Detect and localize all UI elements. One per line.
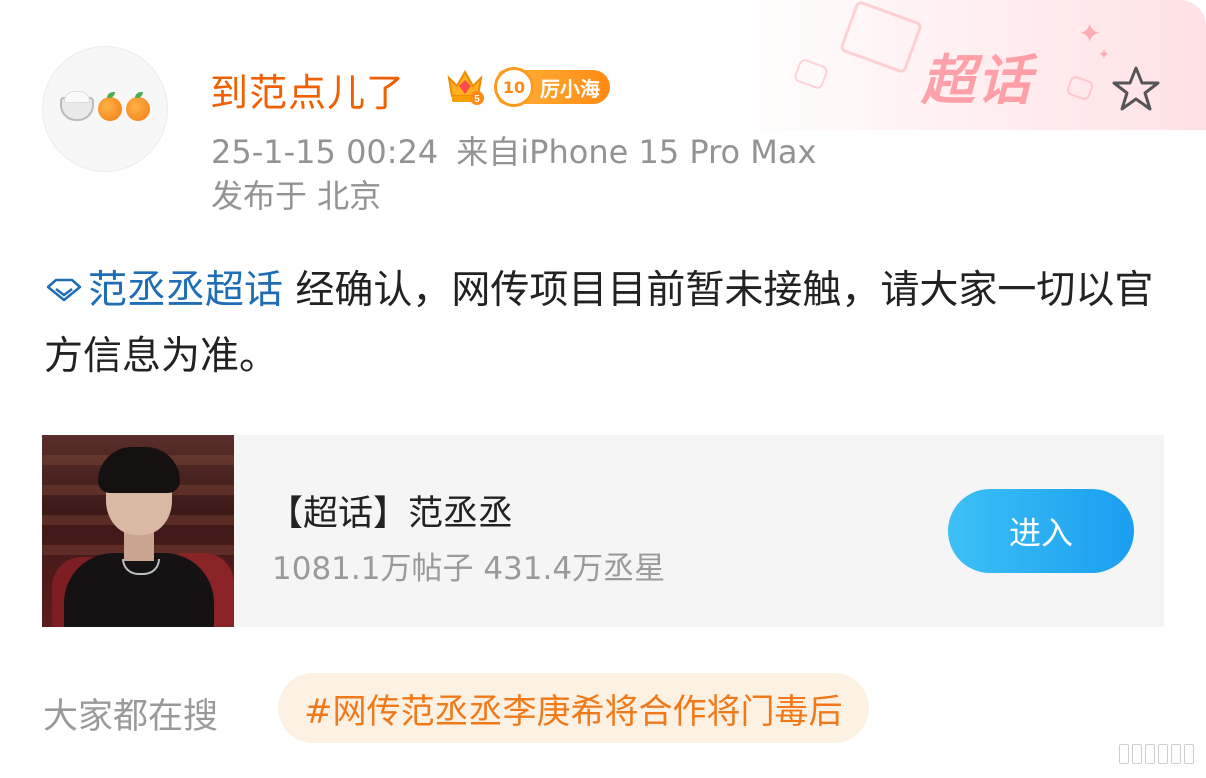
supertopic-card[interactable]: 【超话】范丞丞 1081.1万帖子 431.4万丞星 进入 — [42, 435, 1164, 627]
watermark-decoration — [1119, 744, 1194, 764]
sparkle-icon: ✦ — [1098, 47, 1110, 63]
post-location: 发布于 北京 — [211, 177, 382, 215]
orange-icon — [126, 92, 150, 121]
fan-badge-label: 厉小海 — [540, 76, 600, 101]
enter-supertopic-button[interactable]: 进入 — [948, 489, 1134, 573]
orange-icon — [98, 92, 122, 121]
supertopic-card-stats: 1081.1万帖子 431.4万丞星 — [272, 551, 666, 587]
star-outline-icon[interactable] — [1111, 64, 1161, 114]
banner-gem-decoration — [838, 0, 924, 75]
weibo-post-page: ✦ ✦ 超话 到范点儿了 5 10 厉小海 25-1-15 00:24 来自iPh… — [0, 0, 1206, 778]
diamond-icon — [46, 278, 82, 301]
author-name[interactable]: 到范点儿了 — [210, 62, 405, 117]
post-source: 来自iPhone 15 Pro Max — [456, 133, 817, 171]
avatar[interactable] — [42, 46, 168, 172]
sparkle-icon: ✦ — [1078, 17, 1102, 50]
crown-level-icon: 5 — [447, 69, 484, 105]
everyone-searching-label: 大家都在搜 — [43, 697, 219, 737]
fan-level-badge[interactable]: 10 厉小海 — [494, 67, 610, 107]
svg-text:5: 5 — [474, 94, 480, 105]
supertopic-card-title: 【超话】范丞丞 — [268, 494, 514, 534]
rice-bowl-icon — [60, 91, 94, 121]
banner-gem-decoration — [1065, 74, 1095, 102]
supertopic-banner-label: 超话 — [921, 49, 1033, 112]
supertopic-cover-image — [42, 435, 234, 627]
supertopic-link[interactable]: 范丞丞超话 — [44, 268, 283, 313]
post-time: 25-1-15 00:24 — [211, 133, 439, 171]
fan-level-number: 10 — [494, 67, 534, 107]
post-meta: 25-1-15 00:24 来自iPhone 15 Pro Max 发布于 北京 — [211, 130, 816, 218]
hot-search-tag[interactable]: #网传范丞丞李庚希将合作将门毒后 — [278, 673, 869, 743]
banner-gem-decoration — [792, 57, 830, 91]
post-body: 范丞丞超话 经确认，网传项目目前暂未接触，请大家一切以官方信息为准。 — [44, 258, 1164, 390]
supertopic-link-label: 范丞丞超话 — [88, 268, 284, 313]
